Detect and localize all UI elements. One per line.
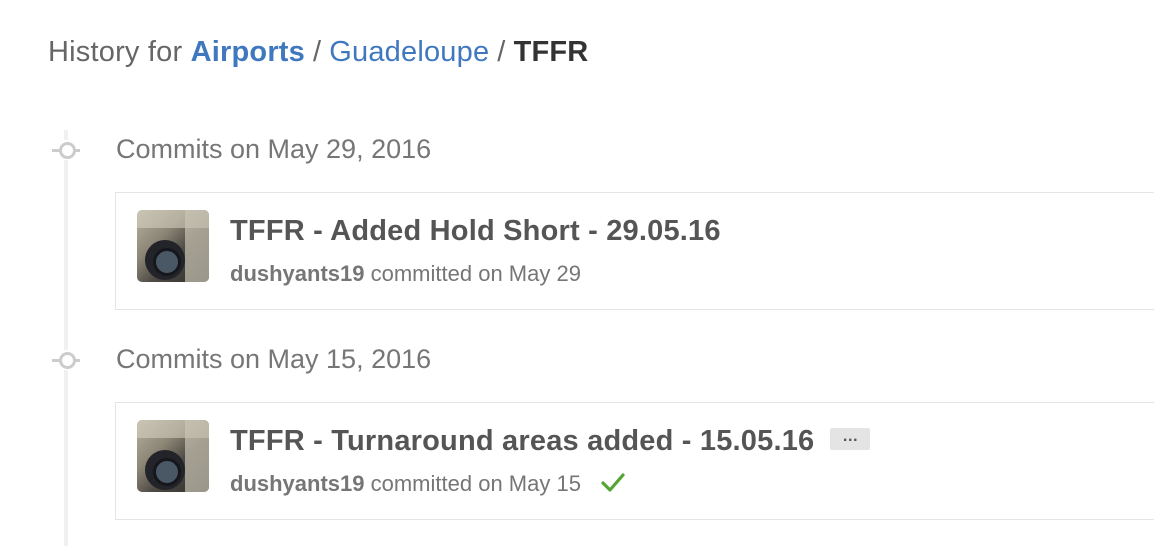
- commit-author-link[interactable]: dushyants19: [230, 261, 365, 286]
- git-commit-icon: [52, 350, 80, 370]
- commit-author-link[interactable]: dushyants19: [230, 471, 365, 496]
- commit-meta: dushyants19 committed on May 29: [230, 261, 581, 287]
- commit-group-header: Commits on May 29, 2016: [0, 130, 700, 170]
- check-icon[interactable]: [601, 471, 625, 493]
- breadcrumb-separator: /: [497, 36, 506, 68]
- commit-group-header: Commits on May 15, 2016: [0, 340, 700, 380]
- breadcrumb-link-airports[interactable]: Airports: [191, 36, 305, 68]
- commit-message-link[interactable]: TFFR - Added Hold Short - 29.05.16: [230, 215, 721, 248]
- commit-meta: dushyants19 committed on May 15: [230, 471, 625, 497]
- commit-row: TFFR - Turnaround areas added - 15.05.16…: [115, 402, 1154, 520]
- expand-message-button[interactable]: …: [830, 428, 871, 451]
- breadcrumb-link-guadeloupe[interactable]: Guadeloupe: [329, 36, 489, 68]
- git-commit-icon: [52, 140, 80, 160]
- commit-group-title: Commits on May 15, 2016: [116, 344, 432, 374]
- avatar[interactable]: [137, 210, 209, 282]
- commit-group-title: Commits on May 29, 2016: [116, 134, 432, 164]
- avatar[interactable]: [137, 420, 209, 492]
- commit-title-row: TFFR - Turnaround areas added - 15.05.16…: [230, 425, 871, 458]
- breadcrumb-separator: /: [313, 36, 322, 68]
- commit-date-text: committed on May 29: [370, 261, 581, 286]
- history-label: History for: [48, 36, 183, 68]
- commit-date-text: committed on May 15: [370, 471, 581, 496]
- breadcrumb-current-file: TFFR: [513, 36, 589, 68]
- timeline-line: [64, 130, 68, 546]
- commit-message-link[interactable]: TFFR - Turnaround areas added - 15.05.16: [230, 425, 814, 457]
- commit-row: TFFR - Added Hold Short - 29.05.16 dushy…: [115, 192, 1154, 310]
- breadcrumb: History for Airports / Guadeloupe / TFFR: [48, 36, 588, 69]
